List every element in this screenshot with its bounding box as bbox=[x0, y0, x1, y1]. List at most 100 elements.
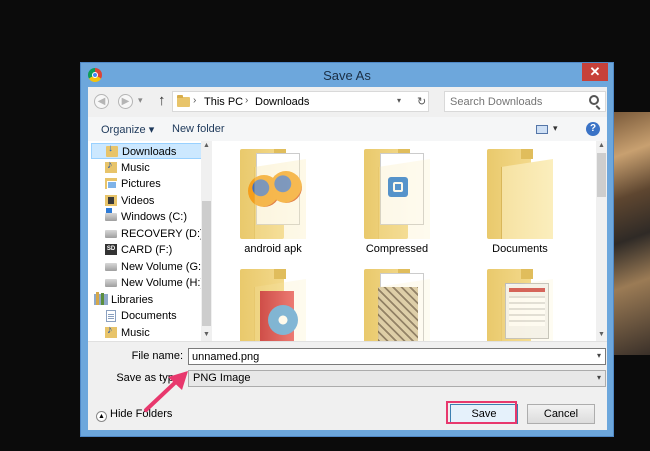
sidebar-item-label: Libraries bbox=[111, 294, 154, 306]
navigation-pane: Downloads Music Pictures Videos Windows … bbox=[88, 141, 212, 341]
back-arrow-icon[interactable]: ◀ bbox=[94, 94, 109, 109]
chevron-down-icon[interactable]: ▾ bbox=[597, 373, 601, 382]
folder-name: android apk bbox=[244, 243, 302, 255]
hide-folders-button[interactable]: ▲ Hide Folders bbox=[96, 408, 172, 422]
toolbar: Organize ▾ New folder ▾ ? bbox=[88, 117, 607, 141]
scrollbar-thumb[interactable] bbox=[597, 153, 606, 197]
pictures-folder-icon bbox=[105, 178, 117, 189]
change-view-icon[interactable] bbox=[536, 125, 548, 134]
sidebar-item-music[interactable]: Music bbox=[91, 159, 203, 176]
sidebar-item-label: CARD (F:) bbox=[121, 244, 173, 256]
breadcrumb-separator-icon[interactable]: › bbox=[306, 95, 309, 106]
red-book-folder-icon bbox=[240, 269, 306, 341]
scroll-up-arrow-icon[interactable]: ▲ bbox=[203, 142, 210, 149]
dialog-client: ◀ ▶ ▾ ↑ › This PC › Downloads › ▾ ↻ Orga… bbox=[88, 87, 607, 430]
breadcrumb-downloads[interactable]: Downloads bbox=[255, 96, 309, 108]
folder-item[interactable] bbox=[465, 263, 575, 341]
up-arrow-icon[interactable]: ↑ bbox=[158, 92, 166, 109]
sidebar-item-recovery-d[interactable]: RECOVERY (D:) bbox=[91, 226, 204, 242]
breadcrumb-separator-icon[interactable]: › bbox=[245, 95, 248, 106]
drive-icon bbox=[105, 230, 117, 238]
sidebar-item-windows-c[interactable]: Windows (C:) bbox=[91, 208, 203, 225]
sidebar-item-new-volume-h[interactable]: New Volume (H:) bbox=[91, 275, 205, 291]
videos-folder-icon bbox=[105, 195, 117, 206]
downloads-folder-icon bbox=[177, 95, 190, 107]
sidebar-item-documents[interactable]: Documents bbox=[91, 308, 203, 324]
organize-button[interactable]: Organize ▾ bbox=[101, 123, 154, 136]
sidebar-item-label: Downloads bbox=[122, 146, 177, 158]
folder-item[interactable]: android apk bbox=[218, 143, 328, 263]
file-name-label: File name: bbox=[131, 350, 183, 362]
view-options-chevron-icon[interactable]: ▾ bbox=[553, 123, 558, 134]
sidebar-item-label: Documents bbox=[121, 310, 177, 322]
folder-item[interactable]: Documents bbox=[465, 143, 575, 263]
background-photo bbox=[612, 112, 650, 355]
hide-folders-label: Hide Folders bbox=[110, 408, 173, 420]
folder-item[interactable] bbox=[218, 263, 328, 341]
save-type-value: PNG Image bbox=[193, 372, 251, 384]
folder-icon bbox=[487, 149, 553, 239]
help-icon[interactable]: ? bbox=[586, 122, 600, 136]
sidebar-item-label: Windows (C:) bbox=[121, 211, 188, 223]
sidebar-item-downloads[interactable]: Downloads bbox=[91, 143, 203, 159]
navigation-scrollbar[interactable]: ▲ ▼ bbox=[201, 141, 212, 341]
scroll-up-arrow-icon[interactable]: ▲ bbox=[598, 142, 605, 149]
file-name-field[interactable]: ▾ bbox=[188, 348, 606, 365]
file-list: android apk Compressed Documents bbox=[212, 141, 596, 341]
sidebar-item-libraries[interactable]: Libraries bbox=[91, 292, 203, 308]
sidebar-item-label: RECOVERY (D:) bbox=[121, 228, 204, 240]
close-button[interactable]: ✕ bbox=[582, 63, 608, 81]
libraries-icon bbox=[94, 292, 108, 305]
chevron-down-icon[interactable]: ▾ bbox=[597, 351, 601, 360]
save-type-label: Save as type: bbox=[116, 372, 183, 384]
sidebar-item-library-music[interactable]: Music bbox=[91, 324, 203, 341]
downloads-folder-icon bbox=[106, 143, 118, 157]
scroll-down-arrow-icon[interactable]: ▼ bbox=[598, 331, 605, 338]
search-input[interactable] bbox=[445, 92, 585, 111]
music-folder-icon bbox=[105, 324, 117, 338]
search-icon bbox=[589, 95, 599, 105]
chevron-up-icon: ▲ bbox=[96, 411, 107, 422]
address-dropdown-icon[interactable]: ▾ bbox=[397, 96, 401, 105]
cancel-button[interactable]: Cancel bbox=[527, 404, 595, 424]
sidebar-item-label: New Volume (H:) bbox=[121, 277, 205, 289]
refresh-icon[interactable]: ↻ bbox=[417, 95, 426, 108]
sidebar-item-pictures[interactable]: Pictures bbox=[91, 176, 203, 192]
drive-icon bbox=[105, 263, 117, 271]
documents-icon bbox=[106, 310, 116, 322]
address-bar[interactable]: › This PC › Downloads › ▾ bbox=[172, 91, 429, 112]
sidebar-item-label: Pictures bbox=[121, 178, 161, 190]
save-as-dialog: Save As ✕ ◀ ▶ ▾ ↑ › This PC › Downloads … bbox=[80, 62, 614, 437]
sidebar-item-card-f[interactable]: SD CARD (F:) bbox=[91, 242, 203, 258]
sd-card-icon: SD bbox=[105, 244, 117, 255]
sidebar-item-videos[interactable]: Videos bbox=[91, 193, 203, 209]
sidebar-item-new-volume-g[interactable]: New Volume (G:) bbox=[91, 259, 205, 275]
firefox-folder-icon bbox=[240, 149, 306, 239]
sidebar-item-label: Videos bbox=[121, 195, 155, 207]
scrollbar-thumb[interactable] bbox=[202, 201, 211, 326]
search-box[interactable] bbox=[444, 91, 606, 112]
address-row: ◀ ▶ ▾ ↑ › This PC › Downloads › ▾ ↻ bbox=[88, 87, 607, 117]
save-type-select[interactable]: PNG Image ▾ bbox=[188, 370, 606, 387]
title-bar: Save As ✕ bbox=[81, 63, 613, 87]
new-folder-button[interactable]: New folder bbox=[172, 123, 225, 135]
sidebar-item-label: New Volume (G:) bbox=[121, 261, 205, 273]
windows-drive-icon bbox=[105, 208, 117, 221]
file-name-input[interactable] bbox=[189, 349, 589, 365]
breadcrumb-this-pc[interactable]: This PC bbox=[204, 96, 243, 108]
folder-name: Compressed bbox=[365, 243, 429, 255]
folder-name: Documents bbox=[492, 243, 548, 255]
recent-locations-chevron-icon[interactable]: ▾ bbox=[138, 95, 143, 106]
file-list-scrollbar[interactable]: ▲ ▼ bbox=[596, 141, 607, 341]
save-highlight-box bbox=[446, 401, 517, 424]
music-folder-icon bbox=[105, 159, 117, 173]
breadcrumb-separator-icon[interactable]: › bbox=[193, 95, 196, 106]
app-folder-icon bbox=[364, 149, 430, 239]
drive-icon bbox=[105, 279, 117, 287]
forward-arrow-icon[interactable]: ▶ bbox=[118, 94, 133, 109]
save-form: File name: ▾ Save as type: PNG Image ▾ ▲… bbox=[88, 341, 607, 430]
folder-item[interactable] bbox=[342, 263, 452, 341]
scroll-down-arrow-icon[interactable]: ▼ bbox=[203, 331, 210, 338]
folder-item[interactable]: Compressed bbox=[342, 143, 452, 263]
sidebar-item-label: Music bbox=[121, 162, 150, 174]
